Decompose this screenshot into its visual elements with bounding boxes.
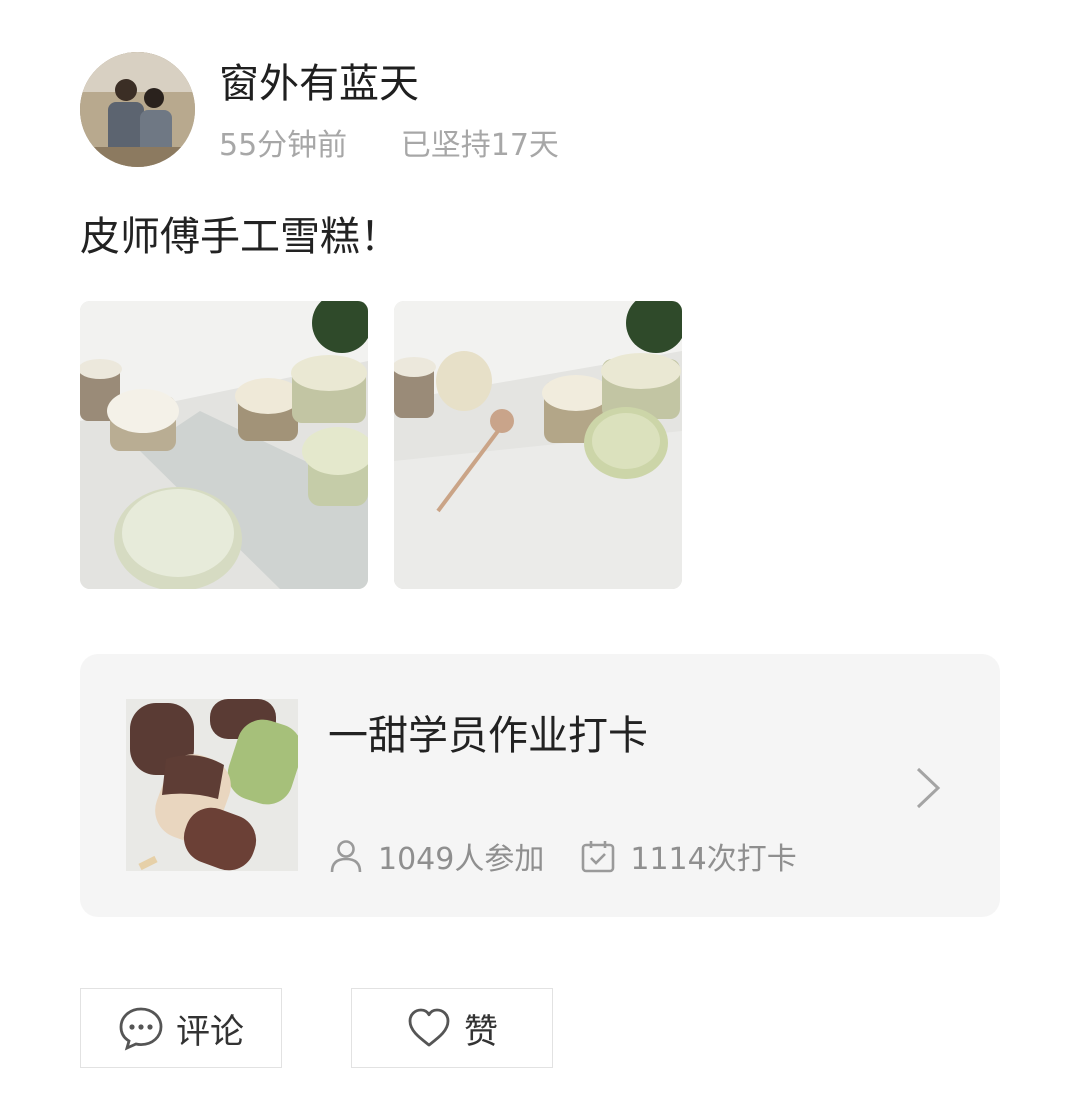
group-card[interactable]: 一甜学员作业打卡 1049人参加 1114次打卡 — [80, 654, 1000, 917]
person-icon — [330, 840, 362, 873]
post-time: 55分钟前 — [219, 128, 348, 163]
comment-button[interactable]: 评论 — [80, 988, 282, 1068]
like-label: 赞 — [464, 1011, 498, 1052]
post-meta: 55分钟前 已坚持17天 — [219, 126, 559, 166]
group-stats: 1049人参加 1114次打卡 — [328, 834, 797, 878]
comment-label: 评论 — [176, 1011, 244, 1052]
ice-cream-cups-spoon-photo — [394, 301, 682, 589]
user-name[interactable]: 窗外有蓝天 — [219, 58, 419, 110]
calendar-check-icon — [582, 841, 615, 873]
ice-cream-cups-photo — [80, 301, 368, 589]
avatar[interactable] — [80, 52, 195, 167]
post-text: 皮师傅手工雪糕！ — [80, 214, 400, 260]
comment-bubble-icon — [119, 1007, 163, 1051]
participants-stat: 1049人参加 — [328, 834, 544, 878]
checkins-stat: 1114次打卡 — [580, 834, 797, 878]
participants-count: 1049人参加 — [378, 842, 545, 877]
streak-days: 已坚持17天 — [400, 128, 559, 163]
post-photo-1[interactable] — [80, 301, 368, 589]
avatar-photo — [80, 52, 195, 167]
like-button[interactable]: 赞 — [351, 988, 553, 1068]
post-photo-2[interactable] — [394, 301, 682, 589]
popsicle-photo — [126, 699, 298, 871]
group-title: 一甜学员作业打卡 — [328, 713, 648, 759]
checkins-count: 1114次打卡 — [630, 842, 797, 877]
chevron-right-icon[interactable] — [914, 766, 944, 810]
group-thumbnail — [126, 699, 298, 871]
heart-icon — [408, 1008, 450, 1047]
